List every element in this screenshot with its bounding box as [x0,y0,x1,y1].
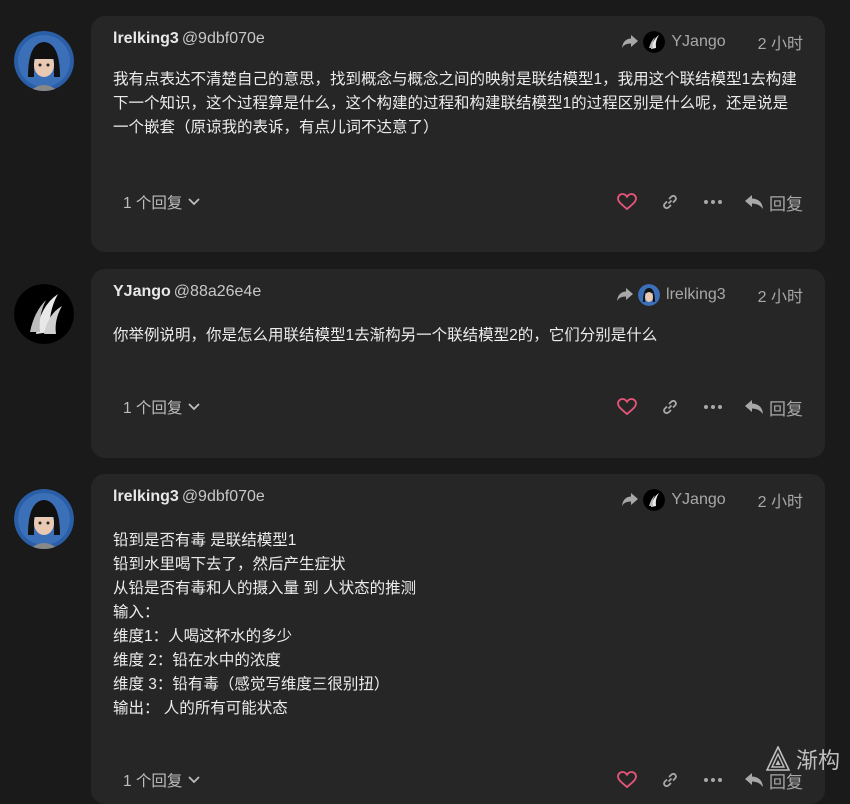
comment-body: 你举例说明，你是怎么用联结模型1去渐构另一个联结模型2的，它们分别是什么 [113,324,801,348]
reply-icon [745,195,763,209]
reply-arrow-icon [622,493,639,506]
replies-toggle[interactable]: 1 个回复 [123,191,201,213]
comment-card: YJango @88a26e4e lrelking3 2 小时 你举例说明，你是怎… [91,269,825,458]
brand-logo-icon [765,746,790,771]
more-icon [704,405,722,409]
like-button[interactable] [615,771,639,789]
reply-label: 回复 [769,194,803,214]
reply-target-name: YJango [671,491,726,508]
reply-button[interactable]: 回复 [744,190,803,215]
watermark: 渐构 [765,743,840,775]
replies-count: 1 个回复 [123,195,183,212]
like-button[interactable] [615,193,639,211]
comment-line: 维度 2：铅在水中的浓度 [113,652,281,669]
comment-footer: 1 个回复 回复 [113,189,803,215]
link-icon [663,772,677,788]
author-name[interactable]: lrelking3 [113,488,179,505]
timestamp: 2 小时 [757,494,803,511]
more-icon [704,778,722,782]
comment-footer: 1 个回复 回复 [113,394,803,420]
more-button[interactable] [701,405,725,409]
mini-avatar-yjango [643,489,666,511]
reply-label: 回复 [769,399,803,419]
reply-target[interactable]: lrelking3 2 小时 [616,283,803,307]
comment-text: 我有点表达不清楚自己的意思，找到概念与概念之间的映射是联结模型1，我用这个联结模… [113,71,797,136]
comment-header: YJango @88a26e4e lrelking3 2 小时 [113,283,803,307]
author-handle: @9dbf070e [181,30,265,47]
comment-line: 从铅是否有毒和人的摄入量 到 人状态的推测 [113,580,417,597]
comment-body: 铅到是否有毒 是联结模型1 铅到水里喝下去了，然后产生症状 从铅是否有毒和人的摄… [113,529,801,721]
comment-line: 输出： 人的所有可能状态 [113,700,288,717]
comment-header: lrelking3 @9dbf070e YJango 2 小时 [113,30,803,54]
replies-toggle[interactable]: 1 个回复 [123,396,201,418]
avatar-lrelking3[interactable] [14,489,74,549]
replies-count: 1 个回复 [123,773,183,790]
avatar-yjango[interactable] [14,284,74,344]
heart-icon [617,398,637,416]
more-button[interactable] [701,778,725,782]
more-button[interactable] [701,200,725,204]
reply-arrow-icon [617,288,634,301]
reply-target[interactable]: YJango 2 小时 [621,30,803,54]
comment-line: 铅到是否有毒 是联结模型1 [113,532,297,549]
timestamp: 2 小时 [757,36,803,53]
replies-count: 1 个回复 [123,400,183,417]
reply-target-name: lrelking3 [666,286,726,303]
comment-line: 维度 3：铅有毒（感觉写维度三很别扭） [113,676,390,693]
copy-link-button[interactable] [658,770,682,790]
mini-avatar-lrelking3 [638,284,661,306]
author-name[interactable]: YJango [113,283,171,300]
comment-card: lrelking3 @9dbf070e YJango 2 小时 铅到是否有毒 是联… [91,474,825,804]
reply-icon [745,400,763,414]
comment-footer: 1 个回复 回复 [113,767,803,793]
reply-icon [745,773,763,787]
timestamp: 2 小时 [757,289,803,306]
chevron-down-icon [188,403,201,411]
comment-line: 维度1：人喝这杯水的多少 [113,628,293,645]
reply-arrow-icon [622,35,639,48]
heart-icon [617,771,637,789]
replies-toggle[interactable]: 1 个回复 [123,769,201,791]
comment-header: lrelking3 @9dbf070e YJango 2 小时 [113,488,803,512]
author-handle: @88a26e4e [173,283,262,300]
avatar-lrelking3[interactable] [14,31,74,91]
author-handle: @9dbf070e [181,488,265,505]
chevron-down-icon [188,198,201,206]
chevron-down-icon [188,776,201,784]
comment-card: lrelking3 @9dbf070e YJango 2 小时 我有点表达不清楚自… [91,16,825,252]
link-icon [663,194,677,210]
author-name[interactable]: lrelking3 [113,30,179,47]
reply-target[interactable]: YJango 2 小时 [621,488,803,512]
comment-line: 输入： [113,604,160,621]
more-icon [704,200,722,204]
reply-button[interactable]: 回复 [744,395,803,420]
comment-body: 我有点表达不清楚自己的意思，找到概念与概念之间的映射是联结模型1，我用这个联结模… [113,68,801,140]
link-icon [663,399,677,415]
heart-icon [617,193,637,211]
comment-line: 铅到水里喝下去了，然后产生症状 [113,556,346,573]
mini-avatar-yjango [643,31,666,53]
copy-link-button[interactable] [658,192,682,212]
comment-text: 你举例说明，你是怎么用联结模型1去渐构另一个联结模型2的，它们分别是什么 [113,327,658,344]
like-button[interactable] [615,398,639,416]
reply-target-name: YJango [671,33,726,50]
copy-link-button[interactable] [658,397,682,417]
watermark-text: 渐构 [795,748,840,773]
